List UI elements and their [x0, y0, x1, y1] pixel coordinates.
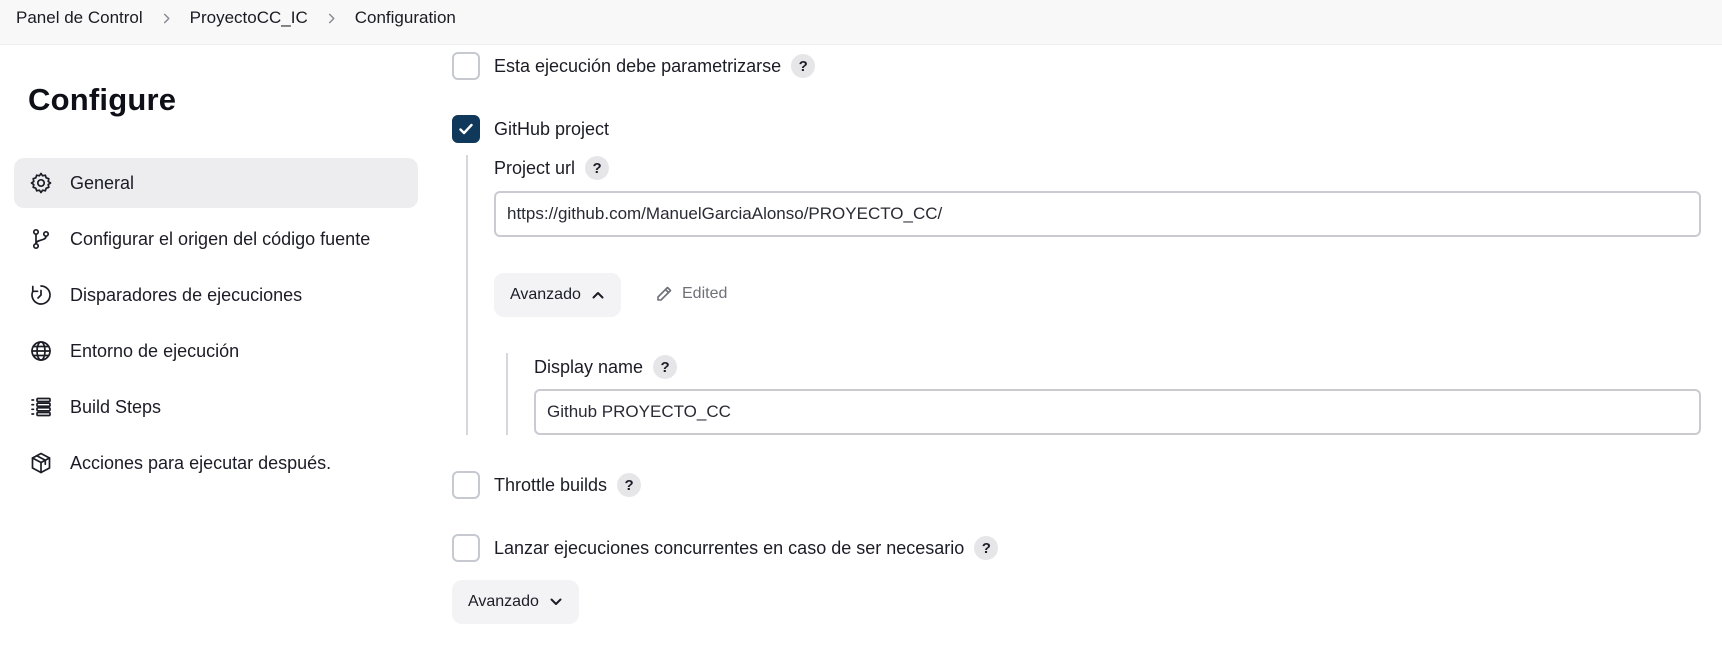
sidebar-item-label: Configurar el origen del código fuente [70, 228, 371, 249]
pencil-icon [657, 286, 672, 301]
chevron-right-icon [161, 13, 172, 24]
section-indent-line [466, 155, 468, 435]
advanced-indent-line [506, 353, 508, 435]
github-project-row: GitHub project [452, 115, 609, 143]
edited-label: Edited [682, 285, 728, 302]
advanced-label: Avanzado [510, 286, 581, 303]
edited-indicator: Edited [655, 285, 727, 303]
gear-icon [28, 170, 54, 196]
sidebar-item-label: General [70, 172, 135, 193]
project-url-label-row: Project url ? [494, 156, 610, 180]
breadcrumb-project[interactable]: ProyectoCC_IC [190, 8, 308, 28]
breadcrumb-configuration[interactable]: Configuration [355, 8, 456, 28]
advanced-toggle-button[interactable]: Avanzado [494, 273, 621, 317]
sidebar-item-build-steps[interactable]: Build Steps [14, 382, 418, 432]
sidebar-item-general[interactable]: General [14, 158, 418, 208]
concurrent-checkbox[interactable] [452, 534, 480, 562]
sidebar-item-label: Disparadores de ejecuciones [70, 284, 303, 305]
chevron-up-icon [592, 292, 604, 299]
parametrized-label: Esta ejecución debe parametrizarse [494, 55, 782, 76]
concurrent-label: Lanzar ejecuciones concurrentes en caso … [494, 537, 965, 558]
help-icon[interactable]: ? [653, 355, 678, 379]
throttle-checkbox[interactable] [452, 471, 480, 499]
sidebar-item-label: Entorno de ejecución [70, 340, 240, 361]
breadcrumb: Panel de Control ProyectoCC_IC Configura… [16, 0, 456, 36]
chevron-down-icon [550, 598, 562, 605]
sidebar-item-label: Acciones para ejecutar después. [70, 452, 332, 473]
sidebar-nav: General Configurar el origen del código … [14, 158, 418, 494]
github-project-label: GitHub project [494, 118, 610, 139]
project-url-label: Project url [494, 157, 576, 178]
concurrent-row: Lanzar ejecuciones concurrentes en caso … [452, 534, 999, 562]
sidebar-item-label: Build Steps [70, 396, 162, 417]
help-icon[interactable]: ? [791, 54, 816, 78]
sidebar-item-source-code[interactable]: Configurar el origen del código fuente [14, 214, 418, 264]
display-name-label-row: Display name ? [534, 355, 678, 379]
display-name-input[interactable] [534, 389, 1701, 435]
sidebar-item-post-build[interactable]: Acciones para ejecutar después. [14, 438, 418, 488]
breadcrumb-bar: Panel de Control ProyectoCC_IC Configura… [0, 0, 1722, 45]
sidebar-item-environment[interactable]: Entorno de ejecución [14, 326, 418, 376]
advanced-bottom-label: Avanzado [468, 593, 539, 610]
help-icon[interactable]: ? [617, 473, 642, 497]
breadcrumb-dashboard[interactable]: Panel de Control [16, 8, 143, 28]
branch-icon [28, 226, 54, 252]
clock-icon [28, 282, 54, 308]
github-project-checkbox[interactable] [452, 115, 480, 143]
sidebar-item-triggers[interactable]: Disparadores de ejecuciones [14, 270, 418, 320]
advanced-bottom-button[interactable]: Avanzado [452, 580, 579, 624]
page-title: Configure [28, 82, 177, 117]
help-icon[interactable]: ? [585, 156, 610, 180]
throttle-label: Throttle builds [494, 474, 608, 495]
globe-icon [28, 338, 54, 364]
package-icon [28, 450, 54, 476]
check-icon [459, 123, 473, 135]
project-url-input[interactable] [494, 191, 1701, 237]
throttle-row: Throttle builds ? [452, 471, 642, 499]
chevron-right-icon [326, 13, 337, 24]
list-icon [28, 394, 54, 420]
parametrized-checkbox[interactable] [452, 52, 480, 80]
parametrized-row: Esta ejecución debe parametrizarse ? [452, 52, 816, 80]
help-icon[interactable]: ? [974, 536, 999, 560]
display-name-label: Display name [534, 356, 644, 377]
